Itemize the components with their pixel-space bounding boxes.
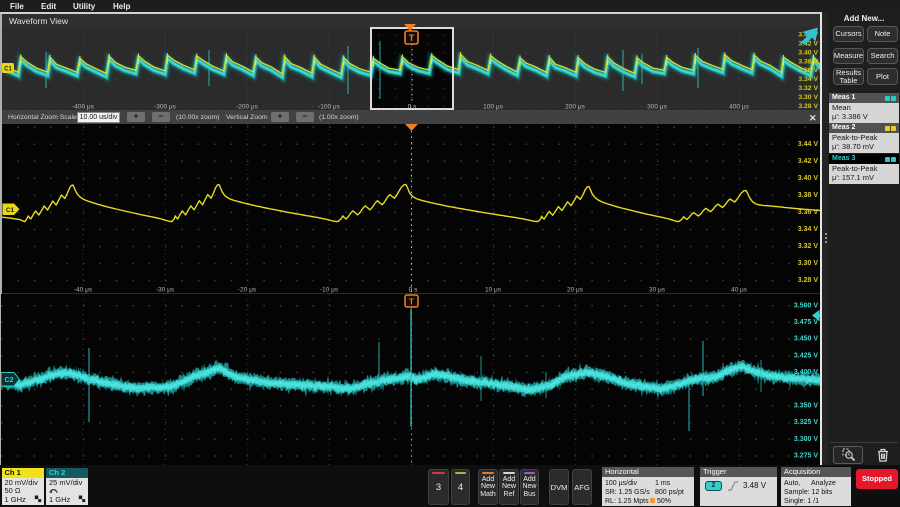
svg-text:3.42 V: 3.42 V [798, 158, 819, 165]
svg-text:3.30 V: 3.30 V [798, 94, 818, 101]
svg-text:3.36 V: 3.36 V [798, 67, 818, 74]
svg-text:10 μs: 10 μs [485, 287, 502, 294]
svg-text:3.475 V: 3.475 V [794, 319, 818, 326]
svg-text:3.400 V: 3.400 V [794, 369, 818, 376]
svg-text:-10 μs: -10 μs [320, 287, 339, 294]
svg-text:3.300 V: 3.300 V [794, 436, 818, 443]
svg-text:20 μs: 20 μs [567, 287, 584, 294]
svg-text:3.40 V: 3.40 V [798, 49, 818, 56]
svg-text:3.325 V: 3.325 V [794, 419, 818, 426]
svg-text:3.32 V: 3.32 V [798, 243, 819, 250]
svg-text:C2: C2 [5, 377, 14, 384]
svg-text:3.40 V: 3.40 V [798, 175, 819, 182]
svg-text:30 μs: 30 μs [649, 287, 666, 294]
svg-text:3.36 V: 3.36 V [798, 209, 819, 216]
svg-text:0 s: 0 s [409, 287, 418, 294]
svg-text:3.275 V: 3.275 V [794, 453, 818, 460]
svg-text:C1: C1 [6, 207, 15, 214]
svg-text:3.32 V: 3.32 V [798, 85, 818, 92]
svg-text:3.425 V: 3.425 V [794, 352, 818, 359]
svg-text:3.450 V: 3.450 V [794, 336, 818, 343]
svg-text:3.30 V: 3.30 V [798, 260, 819, 267]
svg-text:3.28 V: 3.28 V [798, 103, 818, 110]
svg-text:3.350 V: 3.350 V [794, 403, 818, 410]
svg-text:3.34 V: 3.34 V [798, 226, 819, 233]
svg-text:-40 μs: -40 μs [74, 287, 93, 294]
svg-text:T: T [409, 33, 415, 43]
svg-text:-30 μs: -30 μs [156, 287, 175, 294]
svg-text:3.38 V: 3.38 V [798, 58, 818, 65]
svg-text:3.34 V: 3.34 V [798, 76, 818, 83]
svg-text:3.28 V: 3.28 V [798, 277, 819, 284]
svg-text:3.500 V: 3.500 V [794, 302, 818, 309]
svg-text:C1: C1 [4, 67, 12, 73]
svg-text:3.44 V: 3.44 V [798, 141, 819, 148]
svg-text:T: T [409, 298, 414, 307]
svg-text:40 μs: 40 μs [731, 287, 748, 294]
svg-text:3.38 V: 3.38 V [798, 192, 819, 199]
svg-text:-20 μs: -20 μs [238, 287, 257, 294]
